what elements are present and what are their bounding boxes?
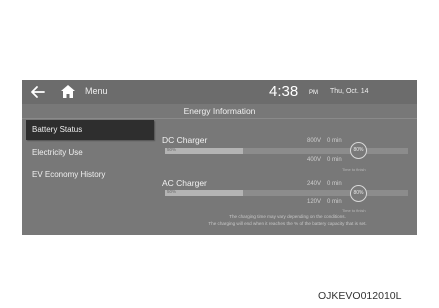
dc-charger-title: DC Charger	[162, 135, 208, 145]
title-divider	[22, 118, 417, 119]
dc-target-percent-button[interactable]: 80%	[350, 142, 367, 159]
ac-charge-bar[interactable]: 50%	[165, 189, 408, 196]
energy-information-screen: Menu 4:38 PM Thu, Oct. 14 Energy Informa…	[22, 80, 417, 235]
ac-charger-title: AC Charger	[162, 178, 207, 188]
dc-charge-bar[interactable]: 50%	[165, 147, 408, 154]
ac-target-percent-button[interactable]: 80%	[350, 185, 367, 202]
ac-charge-bar-fill	[165, 190, 243, 196]
clock-date: Thu, Oct. 14	[330, 88, 369, 95]
dc-charge-bar-label: 50%	[167, 147, 177, 152]
ac-time-hint: Time to finish	[342, 208, 366, 213]
ac-minutes-high: 0 min	[327, 181, 342, 187]
dc-voltage-high: 800V	[307, 138, 322, 144]
clock-ampm: PM	[309, 90, 318, 96]
dc-minutes-high: 0 min	[327, 138, 342, 144]
dc-time-hint: Time to finish	[342, 167, 366, 172]
ac-voltage-low: 120V	[307, 199, 322, 205]
top-bar: Menu 4:38 PM Thu, Oct. 14	[22, 80, 417, 104]
figure-code: OJKEVO012010L	[318, 290, 402, 302]
sidebar-item-ev-economy-history[interactable]: EV Economy History	[26, 165, 154, 185]
dc-minutes-low: 0 min	[327, 157, 342, 163]
clock-time: 4:38	[269, 83, 299, 100]
page-title: Energy Information	[183, 106, 256, 116]
ac-charge-bar-label: 50%	[167, 189, 177, 194]
ac-minutes-low: 0 min	[327, 199, 342, 205]
dc-charge-bar-fill	[165, 148, 243, 154]
dc-voltage-low: 400V	[307, 157, 322, 163]
footnote-line-2: The charging will end when it reaches th…	[208, 221, 367, 226]
sidebar-item-electricity-use[interactable]: Electricity Use	[26, 143, 154, 163]
back-arrow-icon[interactable]	[30, 85, 46, 99]
menu-button[interactable]: Menu	[85, 86, 108, 96]
ac-voltage-high: 240V	[307, 181, 322, 187]
footnote-line-1: The charging time may vary depending on …	[229, 214, 346, 219]
sidebar-item-battery-status[interactable]: Battery Status	[26, 120, 154, 140]
home-icon[interactable]	[60, 84, 76, 99]
